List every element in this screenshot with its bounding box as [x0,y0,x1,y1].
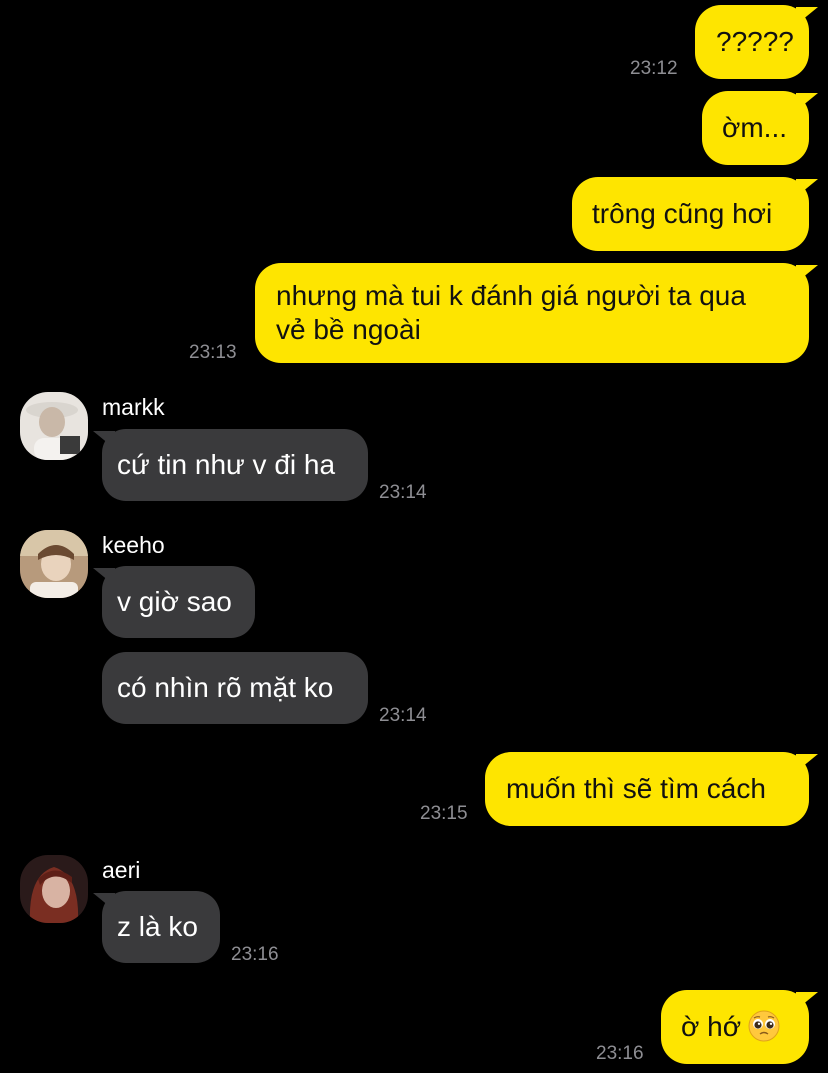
sender-name: aeri [102,857,141,883]
message-bubble-outgoing[interactable]: nhưng mà tui k đánh giá người ta qua vẻ … [255,263,818,363]
message-timestamp: 23:16 [231,944,279,965]
sender-name: keeho [102,532,165,558]
message-text: ờ hớ [681,1011,742,1042]
message-timestamp: 23:15 [420,803,468,824]
message-bubble-outgoing[interactable]: ????? [695,5,818,79]
message-text: v giờ sao [117,586,232,617]
message-bubble-outgoing[interactable]: trông cũng hơi [572,177,818,251]
message-bubble-incoming[interactable]: z là ko [93,891,220,963]
message-text-line: vẻ bề ngoài [276,314,421,345]
message-timestamp: 23:14 [379,705,427,726]
message-text: có nhìn rõ mặt ko [117,672,334,703]
message-text: cứ tin như v đi ha [117,449,336,480]
message-text-line: nhưng mà tui k đánh giá người ta qua [276,280,746,311]
message-bubble-outgoing[interactable]: ờm... [702,91,818,165]
sender-name: markk [102,394,165,420]
pleading-face-icon [747,1009,781,1043]
message-text: trông cũng hơi [592,198,773,229]
message-bubble-incoming[interactable]: cứ tin như v đi ha [93,429,368,501]
message-timestamp: 23:16 [596,1043,644,1064]
profile-photo-icon [20,530,88,598]
message-bubble-incoming[interactable]: v giờ sao [93,566,255,638]
avatar-aeri[interactable] [20,855,88,923]
message-text: muốn thì sẽ tìm cách [506,773,766,804]
message-text: ????? [716,26,794,57]
profile-photo-icon [20,392,88,460]
message-timestamp: 23:12 [630,58,678,79]
profile-photo-icon [20,855,88,923]
message-bubble-incoming[interactable]: có nhìn rõ mặt ko [102,652,368,724]
avatar-markk[interactable] [20,392,88,460]
message-bubble-outgoing[interactable]: muốn thì sẽ tìm cách [485,752,818,826]
message-text: z là ko [117,911,198,942]
message-timestamp: 23:14 [379,482,427,503]
message-timestamp: 23:13 [189,342,237,363]
message-text: ờm... [722,112,788,143]
message-bubble-outgoing[interactable]: ờ hớ [661,990,818,1064]
avatar-keeho[interactable] [20,530,88,598]
